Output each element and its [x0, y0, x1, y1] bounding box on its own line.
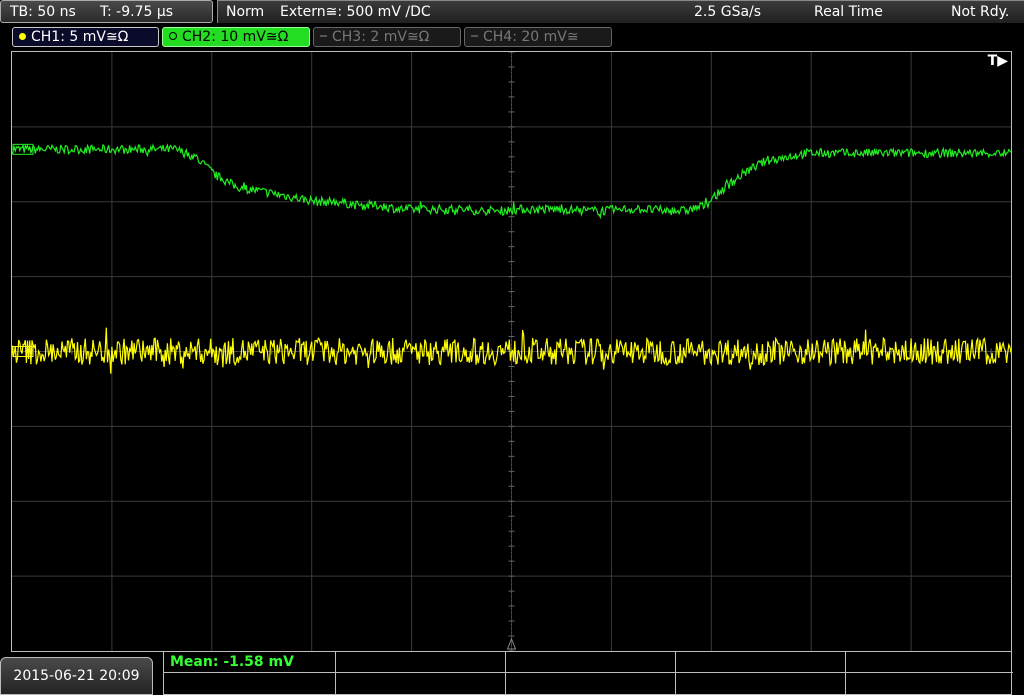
acquisition-mode: Real Time — [814, 4, 883, 20]
channel-3-indicator-icon — [320, 35, 327, 37]
trigger-offset-value: T: -9.75 µs — [100, 4, 174, 20]
channel-1-label: CH1: 5 mV≅Ω — [31, 29, 129, 45]
mean-measurement: Mean: -1.58 mV — [170, 654, 294, 670]
channel-3-tab[interactable]: CH3: 2 mV≅Ω — [313, 27, 461, 47]
channel-4-label: CH4: 20 mV≅ — [483, 29, 579, 45]
acquisition-status: Not Rdy. — [951, 4, 1010, 20]
trigger-source: Extern≅: 500 mV ∕DC — [280, 4, 431, 20]
channel-3-label: CH3: 2 mV≅Ω — [332, 29, 430, 45]
channel-4-indicator-icon — [471, 35, 478, 37]
channel-2-label: CH2: 10 mV≅Ω — [182, 29, 289, 45]
trigger-position-marker: T▶ — [987, 53, 1008, 69]
measurement-cell[interactable] — [164, 673, 336, 694]
measurement-cell[interactable] — [506, 673, 676, 694]
channel-tabs: CH1: 5 mV≅Ω CH2: 10 mV≅Ω CH3: 2 mV≅Ω CH4… — [0, 24, 1024, 50]
channel-4-tab[interactable]: CH4: 20 mV≅ — [464, 27, 612, 47]
channel-1-tab[interactable]: CH1: 5 mV≅Ω — [12, 27, 159, 47]
waveform-display[interactable] — [11, 51, 1012, 652]
measurement-cell[interactable] — [336, 652, 506, 673]
channel-2-tab[interactable]: CH2: 10 mV≅Ω — [162, 27, 310, 47]
datetime-display: 2015-06-21 20:09 — [0, 657, 153, 695]
channel-2-indicator-icon — [169, 32, 177, 40]
sample-rate: 2.5 GSa/s — [694, 4, 762, 20]
waveform-graticule — [12, 52, 1011, 651]
measurement-cell[interactable] — [846, 673, 1013, 694]
measurement-cell[interactable] — [336, 673, 506, 694]
measurement-cell[interactable]: Mean: -1.58 mV — [164, 652, 336, 673]
measurement-cell[interactable] — [676, 652, 846, 673]
timebase-panel[interactable]: TB: 50 ns T: -9.75 µs — [0, 0, 213, 23]
measurement-cell[interactable] — [676, 673, 846, 694]
measurement-cell[interactable] — [506, 652, 676, 673]
measurement-table: Mean: -1.58 mV — [163, 652, 1013, 695]
measurement-cell[interactable] — [846, 652, 1013, 673]
timebase-value: TB: 50 ns — [10, 4, 76, 20]
trigger-mode: Norm — [226, 4, 265, 20]
channel-1-indicator-icon — [19, 33, 26, 40]
trigger-panel[interactable]: Norm Extern≅: 500 mV ∕DC 2.5 GSa/s Real … — [217, 0, 1024, 23]
status-bar: TB: 50 ns T: -9.75 µs Norm Extern≅: 500 … — [0, 0, 1024, 24]
